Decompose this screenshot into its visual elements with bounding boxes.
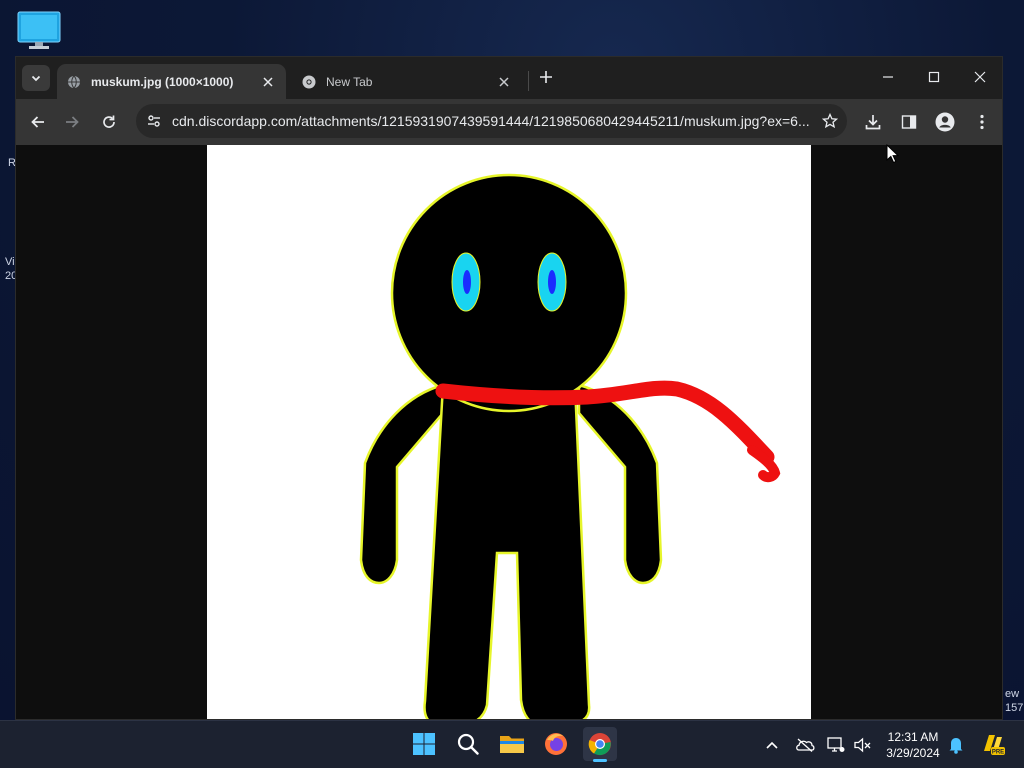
head [390,173,628,413]
tab-separator [528,71,529,91]
copilot-icon: PRE [984,735,1005,756]
displayed-image[interactable] [207,145,811,719]
star-icon [822,113,838,129]
bell-icon [949,738,963,754]
minimize-button[interactable] [866,65,910,89]
svg-text:PRE: PRE [992,750,1004,756]
maximize-button[interactable] [912,65,956,89]
chrome-taskbar-button[interactable] [583,727,617,762]
toolbar: cdn.discordapp.com/attachments/121593190… [16,99,1002,145]
chrome-icon [588,733,611,756]
chevron-up-icon [766,741,778,749]
taskbar: 12:31 AM 3/29/2024 PRE [0,720,1024,768]
address-bar[interactable]: cdn.discordapp.com/attachments/121593190… [136,104,847,138]
volume-button[interactable] [853,735,873,755]
side-panel-button[interactable] [895,108,923,136]
forward-button[interactable] [58,108,86,136]
reload-button[interactable] [95,108,123,136]
profile-icon [935,112,955,132]
file-explorer-button[interactable] [495,727,529,761]
firefox-button[interactable] [539,727,573,761]
onedrive-button[interactable] [795,735,815,755]
arrow-right-icon [66,116,79,128]
close-tab-button[interactable] [496,74,512,90]
close-tab-button[interactable] [260,74,276,90]
windows-start-icon [413,733,435,755]
cloud-offline-icon [796,738,815,752]
network-button[interactable] [826,735,846,755]
torso [423,383,591,719]
side-panel-icon [901,115,917,129]
menu-button[interactable] [968,108,996,136]
tune-icon [148,115,160,127]
folder-icon [500,736,524,753]
stick-figure-drawing [359,173,781,719]
desktop-label-fragment: ew [1005,688,1020,700]
clock-date: 3/29/2024 [886,746,940,760]
taskbar-search-button[interactable] [451,727,485,761]
site-info-button[interactable] [136,104,172,138]
reload-icon [103,115,115,128]
cursor-arrow-icon [886,143,900,164]
desktop-label-fragment: Vi [5,256,15,268]
chrome-icon [302,75,316,88]
plus-icon [540,71,552,83]
copilot-button[interactable]: PRE [980,731,1006,757]
network-icon [827,737,845,752]
minimize-icon [883,76,893,78]
back-button[interactable] [24,108,52,136]
clock-time: 12:31 AM [887,730,939,744]
profile-button[interactable] [931,108,959,136]
globe-icon [68,75,80,88]
chevron-down-icon [31,75,41,82]
close-icon [974,71,986,83]
volume-muted-icon [854,737,871,753]
start-button[interactable] [407,727,441,761]
close-icon [499,76,509,87]
tab-title: muskum.jpg (1000×1000) [91,74,234,89]
this-pc-icon[interactable] [16,10,62,50]
chrome-window: muskum.jpg (1000×1000) New Tab cdn.disco… [15,56,1003,720]
downloads-button[interactable] [859,108,887,136]
arrow-left-icon [31,116,44,128]
left-pupil [463,270,471,294]
tab-title: New Tab [326,74,373,89]
close-window-button[interactable] [958,65,1002,89]
tab-search-button[interactable] [22,65,50,91]
show-hidden-icons-button[interactable] [762,735,782,755]
url-text[interactable]: cdn.discordapp.com/attachments/121593190… [172,113,813,129]
tab-bar: muskum.jpg (1000×1000) New Tab [16,57,1002,99]
search-icon [457,733,479,755]
left-arm [359,383,445,585]
firefox-icon [545,733,567,755]
notifications-button[interactable] [946,735,966,755]
maximize-icon [928,71,940,83]
active-app-indicator [593,759,607,762]
right-pupil [548,270,556,294]
new-tab-button[interactable] [536,67,556,87]
more-vert-icon [980,114,984,130]
right-arm [577,383,663,585]
bookmark-button[interactable] [813,104,847,138]
mouse-cursor [886,143,900,164]
system-clock[interactable]: 12:31 AM 3/29/2024 [882,729,944,761]
tab-muskum[interactable]: muskum.jpg (1000×1000) [57,64,286,99]
page-viewport [16,145,1002,719]
tab-new-tab[interactable]: New Tab [292,64,522,99]
desktop-label-fragment: 157 [1005,702,1024,714]
close-icon [263,76,273,87]
download-icon [865,115,881,130]
